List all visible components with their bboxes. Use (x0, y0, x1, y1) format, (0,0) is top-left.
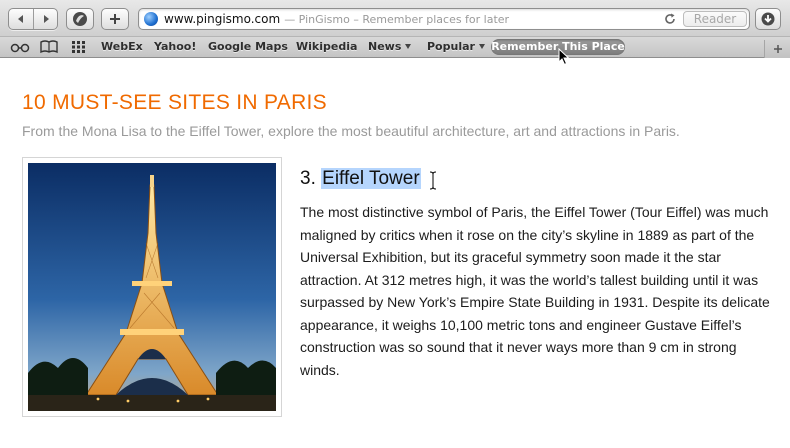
forward-button[interactable] (33, 9, 57, 29)
chevron-down-icon (405, 44, 412, 49)
bookmark-yahoo[interactable]: Yahoo! (154, 40, 196, 53)
address-bar[interactable]: www.pingismo.com — PinGismo – Remember p… (138, 8, 750, 30)
reader-button[interactable]: Reader (683, 11, 747, 27)
eiffel-tower-photo (28, 163, 276, 411)
bookmarks-book-icon[interactable] (40, 40, 58, 54)
item-number: 3. (300, 168, 316, 189)
page-subtitle: From the Mona Lisa to the Eiffel Tower, … (22, 123, 680, 139)
item-name-selected[interactable]: Eiffel Tower (321, 168, 421, 189)
bookmark-popular-folder[interactable]: Popular (427, 40, 485, 53)
top-sites-grid-icon[interactable] (71, 40, 87, 54)
eiffel-tower-photo-frame (22, 157, 282, 417)
back-forward-buttons (8, 8, 58, 30)
bookmark-popular-label: Popular (427, 40, 475, 53)
forward-arrow-icon (43, 15, 49, 23)
new-tab-button[interactable] (764, 40, 790, 58)
chevron-down-icon (478, 44, 485, 49)
browser-toolbar: www.pingismo.com — PinGismo – Remember p… (0, 0, 790, 37)
downloads-icon (761, 12, 775, 26)
bookmark-news-folder[interactable]: News (368, 40, 412, 53)
new-tab-plus-icon (773, 45, 782, 53)
bookmark-google-maps[interactable]: Google Maps (208, 40, 288, 53)
item-heading: 3. Eiffel Tower (300, 168, 421, 190)
item-description: The most distinctive symbol of Paris, th… (300, 204, 770, 378)
back-arrow-icon (18, 15, 23, 23)
reading-list-icon[interactable] (10, 40, 30, 54)
reload-icon[interactable] (663, 12, 677, 26)
pingismo-icon (73, 12, 87, 26)
site-globe-icon (144, 12, 158, 26)
mouse-pointer-icon (558, 48, 570, 66)
back-button[interactable] (9, 9, 33, 29)
bookmark-wikipedia[interactable]: Wikipedia (296, 40, 357, 53)
text-cursor-icon (429, 171, 437, 190)
page-title: 10 MUST-SEE SITES IN PARIS (22, 91, 327, 114)
url-text: www.pingismo.com (164, 12, 281, 26)
bookmark-news-label: News (368, 40, 402, 53)
bookmark-webex[interactable]: WebEx (101, 40, 143, 53)
bookmarks-bar: WebEx Yahoo! Google Maps Wikipedia News … (0, 37, 790, 58)
page-title-in-address: — PinGismo – Remember places for later (284, 12, 510, 26)
add-icon (110, 14, 120, 24)
add-bookmark-button[interactable] (101, 8, 129, 30)
downloads-button[interactable] (755, 8, 781, 30)
pingismo-extension-button[interactable] (66, 8, 94, 30)
